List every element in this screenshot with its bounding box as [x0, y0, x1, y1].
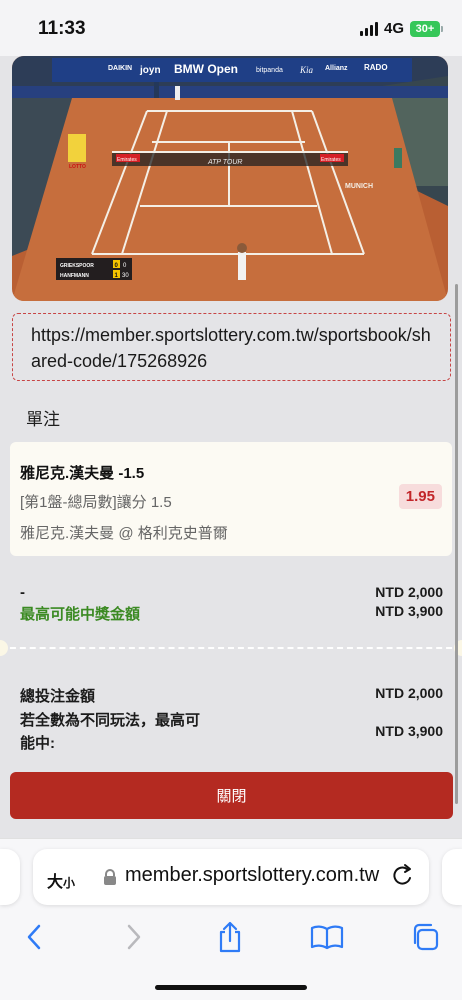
- tennis-court-illustration: DAIKIN joyn BMW Open bitpanda Kia Allian…: [12, 56, 448, 301]
- max-if-all-label-line2: 能中:: [20, 735, 55, 752]
- odds-badge: 1.95: [398, 484, 442, 509]
- next-tab-edge[interactable]: [442, 849, 462, 905]
- prev-tab-edge[interactable]: [0, 849, 20, 905]
- live-video-player[interactable]: DAIKIN joyn BMW Open bitpanda Kia Allian…: [12, 56, 448, 301]
- close-button[interactable]: 關閉: [10, 772, 453, 819]
- ticket-divider: [0, 647, 462, 649]
- sponsor-kia: Kia: [299, 65, 314, 75]
- total-stake-label: 總投注金額: [20, 688, 96, 705]
- sponsor-bmw-open: BMW Open: [174, 62, 238, 76]
- bet-slip-card: 雅尼克.漢夫曼 -1.5 [第1盤-總局數]讓分 1.5 雅尼克.漢夫曼 @ 格…: [10, 442, 452, 556]
- bet-match: 雅尼克.漢夫曼 @ 格利克史普爾: [20, 525, 228, 542]
- stake-value: NTD 2,000: [375, 584, 443, 600]
- bet-selection: 雅尼克.漢夫曼 -1.5: [20, 465, 145, 482]
- bookmarks-icon[interactable]: [307, 917, 347, 957]
- max-win-label: 最高可能中獎金額: [20, 606, 141, 623]
- score-player-2: HANFMANN: [60, 273, 89, 279]
- text-size-button[interactable]: 大小: [47, 868, 75, 892]
- ticket-notch-left: [0, 640, 8, 656]
- sponsor-daikin: DAIKIN: [108, 65, 132, 72]
- text-size-small: 小: [63, 876, 76, 890]
- sponsor-bitpanda: bitpanda: [256, 67, 283, 74]
- lotto-logo: LOTTO: [69, 164, 86, 170]
- signal-icon: [359, 21, 378, 36]
- max-if-all-value: NTD 3,900: [375, 723, 443, 739]
- share-icon[interactable]: [210, 917, 250, 957]
- score-games-2: 30: [122, 273, 129, 279]
- network-type: 4G: [383, 20, 404, 37]
- battery-icon: 30+: [410, 20, 443, 37]
- bet-market: [第1盤-總局數]讓分 1.5: [20, 494, 172, 511]
- atp-tour-logo: ATP TOUR: [207, 159, 242, 166]
- status-bar: 11:33 4G 30+: [0, 0, 462, 56]
- address-bar[interactable]: 大小 member.sportslottery.com.tw: [33, 849, 429, 905]
- max-win-value: NTD 3,900: [375, 603, 443, 619]
- sponsor-rado: RADO: [364, 63, 388, 72]
- scrollbar[interactable]: [455, 284, 458, 804]
- status-icons: 4G 30+: [359, 20, 443, 37]
- browser-toolbar: [0, 917, 462, 957]
- clock: 11:33: [38, 18, 86, 39]
- net-sign-left: Emirates: [117, 157, 137, 163]
- max-if-all-row: 若全數為不同玩法，最高可 能中: NTD 3,900: [20, 709, 443, 753]
- back-icon[interactable]: [14, 917, 54, 957]
- battery-level: 30+: [415, 22, 435, 35]
- bet-type-title: 單注: [26, 410, 60, 429]
- forward-icon[interactable]: [114, 917, 154, 957]
- browser-chrome: 大小 member.sportslottery.com.tw: [0, 838, 462, 1000]
- max-if-all-label-line1: 若全數為不同玩法，最高可: [20, 712, 201, 729]
- bet-share-sheet: DAIKIN joyn BMW Open bitpanda Kia Allian…: [0, 56, 462, 838]
- total-stake-value: NTD 2,000: [375, 685, 443, 701]
- share-link-box[interactable]: https://member.sportslottery.com.tw/spor…: [12, 313, 451, 381]
- munich-wall-text: MUNICH: [345, 183, 373, 190]
- lock-icon: [103, 869, 117, 891]
- sponsor-joyn: joyn: [139, 65, 161, 76]
- share-link-text[interactable]: https://member.sportslottery.com.tw/spor…: [31, 322, 432, 374]
- sponsor-allianz: Allianz: [325, 65, 348, 72]
- score-player-1: GRIEKSPOOR: [60, 263, 94, 269]
- net-sign-right: Emirates: [321, 157, 341, 163]
- reload-icon[interactable]: [391, 863, 415, 894]
- max-if-all-label: 若全數為不同玩法，最高可 能中:: [20, 709, 200, 755]
- address-url[interactable]: member.sportslottery.com.tw: [125, 864, 379, 887]
- tabs-icon[interactable]: [405, 917, 445, 957]
- text-size-big: 大: [47, 874, 64, 891]
- stake-label: -: [20, 584, 25, 601]
- home-indicator: [155, 985, 307, 990]
